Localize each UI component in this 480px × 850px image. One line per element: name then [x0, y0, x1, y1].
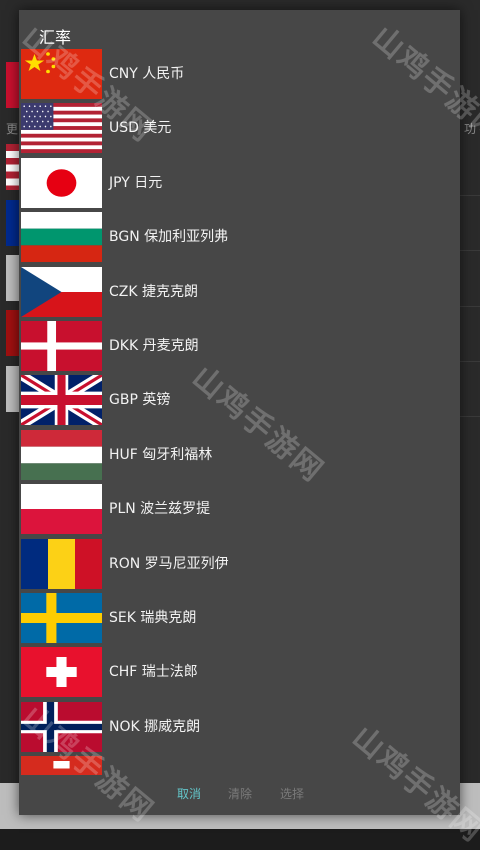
list-item-pln[interactable]: PLN 波兰兹罗提 [19, 482, 460, 536]
divider [460, 250, 480, 251]
currency-label: GBP 英镑 [109, 392, 171, 409]
bg-flag-icon [21, 212, 102, 263]
currency-label: CHF 瑞士法郎 [109, 664, 198, 681]
list-item-ron[interactable]: RON 罗马尼亚列伊 [19, 537, 460, 591]
ch-flag-icon [21, 647, 102, 698]
divider [460, 416, 480, 417]
list-item-dkk[interactable]: DKK 丹麦克朗 [19, 319, 460, 373]
divider [460, 306, 480, 307]
divider [460, 361, 480, 362]
jp-flag-icon [21, 157, 102, 208]
currency-label: RON 罗马尼亚列伊 [109, 555, 229, 572]
gb-flag-icon [21, 375, 102, 426]
currency-label: SEK 瑞典克朗 [109, 609, 197, 626]
currency-label: CZK 捷克克朗 [109, 283, 198, 300]
bg-left-text: 更 [6, 122, 19, 136]
currency-label: HUF 匈牙利福林 [109, 446, 213, 463]
ro-flag-icon [21, 538, 102, 589]
clear-button[interactable]: 清除 [228, 785, 252, 802]
cz-flag-icon [21, 266, 102, 317]
currency-label: PLN 波兰兹罗提 [109, 501, 211, 518]
currency-label: BGN 保加利亚列弗 [109, 229, 229, 246]
list-item-sek[interactable]: SEK 瑞典克朗 [19, 591, 460, 645]
currency-label: JPY 日元 [109, 174, 163, 191]
list-item-czk[interactable]: CZK 捷克克朗 [19, 265, 460, 319]
list-item-jpy[interactable]: JPY 日元 [19, 156, 460, 210]
cancel-button[interactable]: 取消 [177, 785, 201, 802]
list-item-huf[interactable]: HUF 匈牙利福林 [19, 428, 460, 482]
divider [460, 195, 480, 196]
dk-flag-icon [21, 320, 102, 371]
pl-flag-icon [21, 484, 102, 535]
list-item-chf[interactable]: CHF 瑞士法郎 [19, 645, 460, 699]
select-button[interactable]: 选择 [280, 785, 304, 802]
list-item-bgn[interactable]: BGN 保加利亚列弗 [19, 210, 460, 264]
currency-label: DKK 丹麦克朗 [109, 337, 199, 354]
hu-flag-icon [21, 429, 102, 480]
se-flag-icon [21, 592, 102, 643]
list-item-usd[interactable]: USD 美元 [19, 101, 460, 155]
currency-label: NOK 挪威克朗 [109, 718, 201, 735]
